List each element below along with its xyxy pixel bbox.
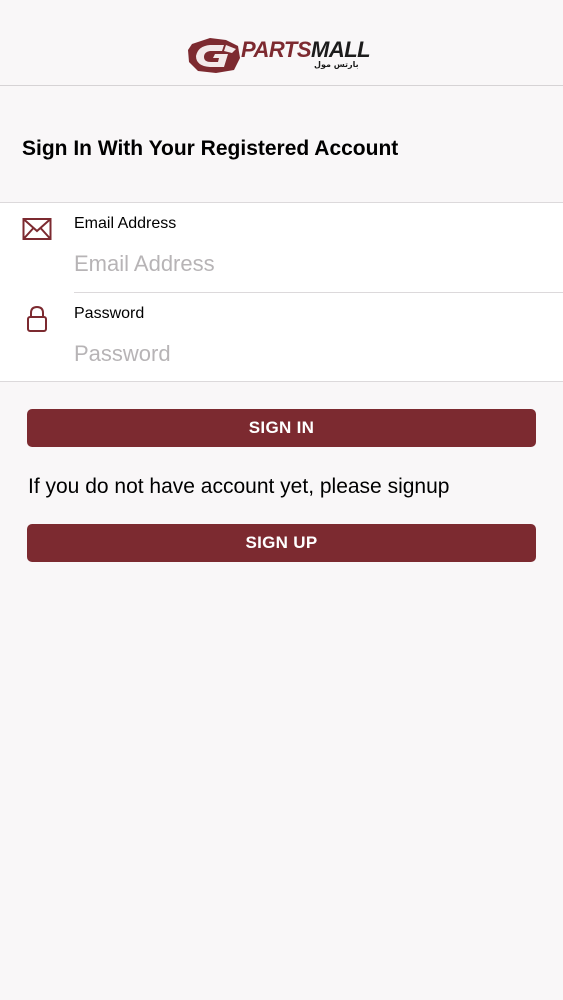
- logo-arabic-text: بارتس مول: [314, 60, 359, 69]
- page-title: Sign In With Your Registered Account: [22, 137, 399, 160]
- logo-wordmark-parts: PARTS: [241, 37, 312, 62]
- sign-up-button[interactable]: SIGN UP: [27, 524, 536, 562]
- logo-wordmark: PARTSMALL: [241, 37, 371, 62]
- logo-mark-icon: [188, 38, 240, 73]
- signin-form: Email Address Password: [0, 202, 563, 382]
- email-field-row: Email Address: [0, 203, 563, 293]
- partsmall-logo: PARTSMALL بارتس مول: [186, 36, 371, 76]
- sign-in-button[interactable]: SIGN IN: [27, 409, 536, 447]
- email-input[interactable]: [74, 247, 544, 281]
- lock-icon: [27, 305, 47, 332]
- email-label: Email Address: [74, 215, 177, 232]
- envelope-icon: [22, 218, 52, 240]
- signup-prompt-text: If you do not have account yet, please s…: [28, 475, 450, 498]
- app-header: PARTSMALL بارتس مول: [0, 0, 563, 86]
- password-input[interactable]: [74, 337, 544, 371]
- password-field-row: Password: [0, 293, 563, 383]
- logo-wordmark-mall: MALL: [311, 37, 371, 62]
- password-label: Password: [74, 305, 145, 322]
